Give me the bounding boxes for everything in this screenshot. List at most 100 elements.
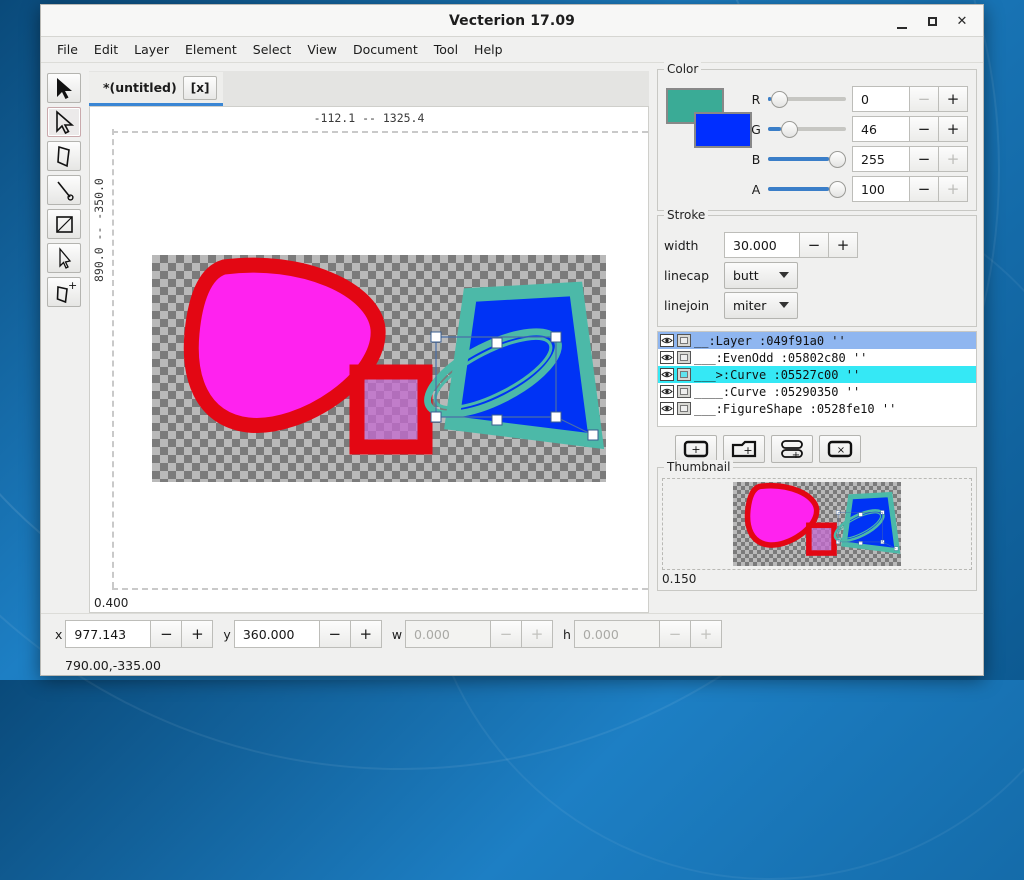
linecap-select[interactable]: butt xyxy=(724,261,798,289)
tree-row[interactable]: __:Layer :049f91a0 '' xyxy=(658,332,976,349)
linejoin-select[interactable]: miter xyxy=(724,291,798,319)
selection-handle[interactable] xyxy=(430,331,442,343)
fill-color-swatch[interactable] xyxy=(694,112,752,148)
thumbnail-scale-label: 0.150 xyxy=(662,572,697,586)
minimize-button[interactable] xyxy=(887,6,917,36)
coordinate-input-y[interactable]: 360.000 xyxy=(233,620,320,648)
selection-handle[interactable] xyxy=(491,414,503,426)
canvas-zoom-label: 0.400 xyxy=(94,596,129,610)
element-tree-buttons: + + + × xyxy=(657,431,977,463)
menu-item-tool[interactable]: Tool xyxy=(426,39,466,60)
tree-row[interactable]: ____:Curve :05290350 '' xyxy=(658,383,976,400)
channel-decrement-b[interactable]: − xyxy=(910,146,939,172)
element-color-checkbox[interactable] xyxy=(677,402,691,415)
document-tab[interactable]: *(untitled) [x] xyxy=(89,72,224,106)
coordinate-input-w[interactable]: 0.000 xyxy=(405,620,492,648)
channel-slider-g[interactable] xyxy=(768,120,846,138)
selection-handle[interactable] xyxy=(491,337,503,349)
stroke-width-decrement[interactable]: − xyxy=(800,232,829,258)
coordinate-decrement-y[interactable]: − xyxy=(319,620,351,648)
visibility-eye-icon[interactable] xyxy=(660,385,674,398)
element-color-checkbox[interactable] xyxy=(677,334,691,347)
new-sublayer-button[interactable]: + xyxy=(771,435,813,463)
menu-item-file[interactable]: File xyxy=(49,39,86,60)
menu-item-element[interactable]: Element xyxy=(177,39,245,60)
coordinate-increment-x[interactable]: + xyxy=(182,620,214,648)
stroke-width-input[interactable]: 30.000 xyxy=(724,232,800,258)
tree-row[interactable]: ___:FigureShape :0528fe10 '' xyxy=(658,400,976,417)
status-bar: x 977.143− + y 360.000− + w 0.000− + h 0.000− + 790… xyxy=(41,613,983,675)
coordinate-increment-w[interactable]: + xyxy=(522,620,554,648)
svg-text:+: + xyxy=(68,279,77,292)
thumbnail-panel: Thumbnail 0.150 xyxy=(657,460,977,591)
new-element-button[interactable]: + xyxy=(675,435,717,463)
slider-knob[interactable] xyxy=(781,120,799,138)
drawing-canvas[interactable]: -112.1 -- 1325.4 890.0 -- -350.0 0.400 xyxy=(89,107,649,613)
line-tool[interactable] xyxy=(47,175,81,205)
slider-knob[interactable] xyxy=(829,150,846,168)
menu-item-document[interactable]: Document xyxy=(345,39,426,60)
visibility-eye-icon[interactable] xyxy=(660,334,674,347)
selection-handle[interactable] xyxy=(858,512,863,517)
coordinate-increment-y[interactable]: + xyxy=(350,620,382,648)
slider-knob[interactable] xyxy=(829,180,846,198)
pen-tool[interactable] xyxy=(47,243,81,273)
menu-item-edit[interactable]: Edit xyxy=(86,39,126,60)
selection-handle[interactable] xyxy=(550,331,562,343)
select-tool[interactable] xyxy=(47,73,81,103)
maximize-button[interactable] xyxy=(917,6,947,36)
selection-handle[interactable] xyxy=(550,411,562,423)
channel-input-r[interactable]: 0 xyxy=(852,86,910,112)
menu-item-help[interactable]: Help xyxy=(466,39,511,60)
tree-row-text: ___>:Curve :05527c00 '' xyxy=(694,367,861,382)
tree-row[interactable]: ___:EvenOdd :05802c80 '' xyxy=(658,349,976,366)
channel-decrement-r[interactable]: − xyxy=(910,86,939,112)
menu-item-view[interactable]: View xyxy=(299,39,345,60)
node-edit-tool[interactable] xyxy=(47,107,81,137)
channel-input-g[interactable]: 46 xyxy=(852,116,910,142)
channel-decrement-g[interactable]: − xyxy=(910,116,939,142)
document-tab-close-button[interactable]: [x] xyxy=(182,75,218,100)
menu-item-layer[interactable]: Layer xyxy=(126,39,177,60)
coordinate-decrement-w[interactable]: − xyxy=(491,620,523,648)
tree-row[interactable]: ___>:Curve :05527c00 '' xyxy=(658,366,976,383)
stroke-width-increment[interactable]: + xyxy=(829,232,858,258)
slider-knob[interactable] xyxy=(771,90,788,108)
element-color-checkbox[interactable] xyxy=(677,368,691,381)
channel-increment-g[interactable]: + xyxy=(939,116,968,142)
shape-edit-tool[interactable] xyxy=(47,141,81,171)
channel-slider-b[interactable] xyxy=(768,150,846,168)
channel-input-a[interactable]: 100 xyxy=(852,176,910,202)
coordinate-input-h[interactable]: 0.000 xyxy=(573,620,660,648)
rectangle-tool[interactable] xyxy=(47,209,81,239)
coordinate-increment-h[interactable]: + xyxy=(690,620,722,648)
menu-item-select[interactable]: Select xyxy=(245,39,300,60)
selection-handle[interactable] xyxy=(894,546,899,551)
close-button[interactable]: ✕ xyxy=(947,6,977,36)
selection-handle[interactable] xyxy=(587,429,599,441)
channel-input-b[interactable]: 255 xyxy=(852,146,910,172)
blue-polygon-shape[interactable] xyxy=(444,281,605,450)
channel-increment-a[interactable]: + xyxy=(939,176,968,202)
selection-handle[interactable] xyxy=(430,411,442,423)
add-shape-tool[interactable]: + xyxy=(47,277,81,307)
visibility-eye-icon[interactable] xyxy=(660,351,674,364)
coordinate-decrement-x[interactable]: − xyxy=(151,620,183,648)
channel-slider-a[interactable] xyxy=(768,180,846,198)
channel-decrement-a[interactable]: − xyxy=(910,176,939,202)
purple-square-shape[interactable] xyxy=(349,364,433,455)
visibility-eye-icon[interactable] xyxy=(660,368,674,381)
thumbnail-frame[interactable] xyxy=(662,478,972,570)
coordinate-input-x[interactable]: 977.143 xyxy=(65,620,152,648)
channel-slider-r[interactable] xyxy=(768,90,846,108)
channel-increment-b[interactable]: + xyxy=(939,146,968,172)
channel-increment-r[interactable]: + xyxy=(939,86,968,112)
new-layer-button[interactable]: + xyxy=(723,435,765,463)
element-color-checkbox[interactable] xyxy=(677,351,691,364)
element-color-checkbox[interactable] xyxy=(677,385,691,398)
element-tree[interactable]: __:Layer :049f91a0 '' ___:EvenOdd :05802c… xyxy=(657,331,977,427)
delete-element-button[interactable]: × xyxy=(819,435,861,463)
slider-fill xyxy=(768,187,829,191)
visibility-eye-icon[interactable] xyxy=(660,402,674,415)
coordinate-decrement-h[interactable]: − xyxy=(659,620,691,648)
